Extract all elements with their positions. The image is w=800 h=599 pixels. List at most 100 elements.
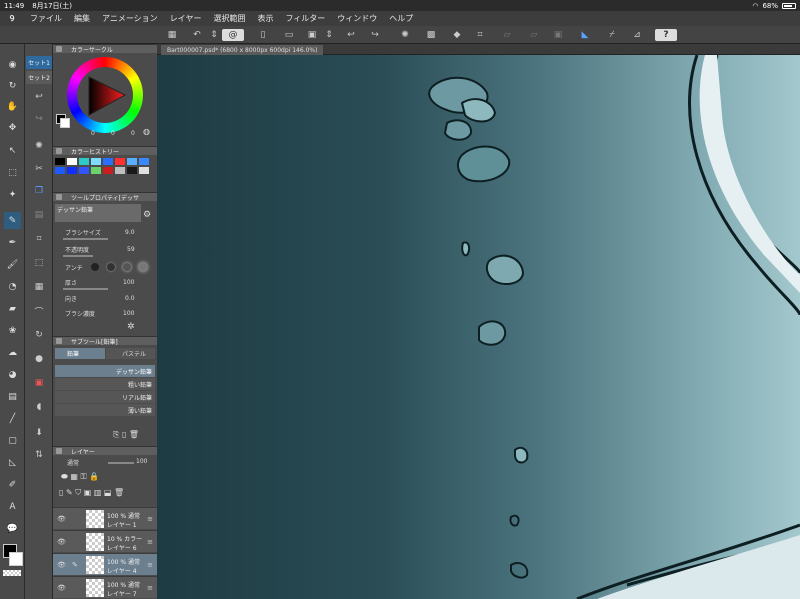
subtool-actions-icon[interactable]: ⎘ ▯ 🗑: [113, 430, 139, 440]
crop-icon[interactable]: ⌗: [473, 29, 487, 41]
visibility-eye-icon[interactable]: 👁: [57, 515, 66, 523]
zoom-tool-icon[interactable]: ◉: [4, 56, 21, 73]
layer-opacity-slider[interactable]: [108, 462, 134, 464]
history-swatch[interactable]: [79, 167, 89, 174]
blend-icon[interactable]: ☁: [4, 344, 21, 361]
stepper-icon[interactable]: ⇕: [207, 29, 221, 41]
circle-icon[interactable]: ●: [28, 352, 50, 366]
decoration-icon[interactable]: ❀: [4, 322, 21, 339]
history-swatch[interactable]: [103, 167, 113, 174]
subtool-header[interactable]: サブツール[鉛筆]: [53, 336, 157, 346]
history-swatch[interactable]: [127, 167, 137, 174]
bucket-icon[interactable]: ◖: [28, 400, 50, 414]
undo-icon[interactable]: ↩: [344, 29, 358, 41]
layout-grid-icon[interactable]: ▦: [165, 29, 179, 41]
layer-row-1[interactable]: 👁 100 % 通常 レイヤー 1 ≡: [53, 507, 157, 529]
antialias-row[interactable]: アンチ: [55, 262, 155, 272]
menu-help[interactable]: ヘルプ: [383, 13, 419, 24]
stepper-2-icon[interactable]: ⇕: [322, 29, 336, 41]
frame-icon[interactable]: ▢: [4, 432, 21, 449]
cut-icon[interactable]: ✂: [28, 162, 50, 176]
opacity-slider[interactable]: [63, 255, 93, 257]
subtool-item-4[interactable]: 薄い鉛筆: [55, 404, 155, 416]
history-swatch[interactable]: [115, 158, 125, 165]
history-swatch[interactable]: [103, 158, 113, 165]
pencil-tool-icon[interactable]: ✎: [4, 212, 21, 229]
subtool-item-2[interactable]: 粗い鉛筆: [55, 378, 155, 390]
gradient-icon[interactable]: ▤: [4, 388, 21, 405]
redo-icon[interactable]: ↪: [368, 29, 382, 41]
thickness-slider[interactable]: [63, 288, 108, 290]
subtool-tab-pencil[interactable]: 鉛筆: [55, 348, 105, 359]
pen-tool-icon[interactable]: ✒: [4, 234, 21, 251]
color-history-header[interactable]: カラーヒストリー: [53, 146, 157, 156]
density-row[interactable]: ブラシ濃度 100: [55, 308, 155, 318]
rotate-side-icon[interactable]: ↻: [28, 328, 50, 342]
loading-side-icon[interactable]: ✺: [28, 139, 50, 153]
opacity-row[interactable]: 不透明度 59: [55, 244, 155, 254]
sub-color-swatch[interactable]: [9, 552, 23, 566]
history-swatch[interactable]: [55, 167, 65, 174]
set-tab-2[interactable]: セット2: [26, 71, 52, 84]
ruler-tool-icon[interactable]: ◺: [4, 454, 21, 471]
balloon-icon[interactable]: 💬: [4, 520, 21, 537]
transform-icon[interactable]: ▩: [424, 29, 438, 41]
history-swatch[interactable]: [115, 167, 125, 174]
layer-menu-icon[interactable]: ≡: [147, 538, 153, 546]
menu-animation[interactable]: アニメーション: [96, 13, 164, 24]
layer-row-4[interactable]: 👁 100 % 通常 レイヤー 7 ≡: [53, 576, 157, 598]
history-swatch[interactable]: [127, 158, 137, 165]
selection-tool-icon[interactable]: ⬚: [4, 164, 21, 181]
snap-icon[interactable]: ⊿: [630, 29, 644, 41]
save-icon[interactable]: ▣: [305, 29, 319, 41]
eraser-icon[interactable]: ▰: [4, 300, 21, 317]
subtool-item-1[interactable]: デッサン鉛筆: [55, 365, 155, 377]
menu-edit[interactable]: 編集: [68, 13, 96, 24]
app-logo-icon[interactable]: Ꝯ: [0, 13, 24, 24]
visibility-eye-icon[interactable]: 👁: [57, 584, 66, 592]
thickness-row[interactable]: 厚さ 100: [55, 277, 155, 287]
help-icon[interactable]: ?: [655, 29, 677, 41]
color-circle-header[interactable]: カラーサークル: [53, 44, 157, 54]
subtool-tab-pastel[interactable]: パステル: [106, 348, 155, 359]
aa-strong-icon[interactable]: [139, 263, 147, 271]
new-file-icon[interactable]: ▯: [256, 29, 270, 41]
arrow-down-icon[interactable]: ⬇: [28, 426, 50, 440]
clip-studio-icon[interactable]: @: [222, 29, 244, 41]
visibility-eye-icon[interactable]: 👁: [57, 538, 66, 546]
layer-header[interactable]: レイヤー: [53, 446, 157, 456]
layer-menu-icon[interactable]: ≡: [147, 584, 153, 592]
fill-tool-icon[interactable]: ◕: [4, 366, 21, 383]
layer-row-3[interactable]: 👁 ✎ 100 % 通常 レイヤー 4 ≡: [53, 553, 157, 575]
menu-window[interactable]: ウィンドウ: [331, 13, 383, 24]
rotate-tool-icon[interactable]: ↻: [4, 77, 21, 94]
brush-preview[interactable]: デッサン鉛筆: [55, 204, 141, 222]
tool-property-header[interactable]: ツールプロパティ[デッサ: [53, 192, 157, 202]
settings-gear-icon[interactable]: ✲: [127, 322, 135, 332]
visibility-eye-icon[interactable]: 👁: [57, 561, 66, 569]
mesh-icon[interactable]: ▦: [28, 280, 50, 294]
drawing-canvas[interactable]: [157, 55, 800, 599]
copy-icon[interactable]: ❐: [28, 184, 50, 198]
layer-actions-icon[interactable]: ▯ ✎ ⛉ ▣ ▥ ⬓ 🗑: [59, 488, 124, 498]
brush-size-row[interactable]: ブラシサイズ 9.0: [55, 227, 155, 237]
correct-line-icon[interactable]: ✐: [4, 476, 21, 493]
menu-selection[interactable]: 選択範囲: [207, 13, 251, 24]
hand-tool-icon[interactable]: ✋: [4, 98, 21, 115]
direction-row[interactable]: 向き 0.0: [55, 293, 155, 303]
perspective-icon[interactable]: ⌿: [605, 29, 619, 41]
aa-none-icon[interactable]: [91, 263, 99, 271]
layer-row-2[interactable]: 👁 10 % カラー レイヤー 6 ≡: [53, 530, 157, 552]
figure-icon[interactable]: ╱: [4, 410, 21, 427]
layer-menu-icon[interactable]: ≡: [147, 515, 153, 523]
aa-medium-icon[interactable]: [123, 263, 131, 271]
subtool-item-3[interactable]: リアル鉛筆: [55, 391, 155, 403]
loading-icon[interactable]: ✺: [398, 29, 412, 41]
layer-menu-icon[interactable]: ≡: [147, 561, 153, 569]
layer-options-icon[interactable]: ⬬ ▦ ⚿ 🔒: [61, 472, 99, 482]
auto-select-icon[interactable]: ✦: [4, 186, 21, 203]
wrench-icon[interactable]: ⚙: [143, 210, 151, 220]
color-wheel[interactable]: [67, 57, 143, 133]
lasso-icon[interactable]: ⌒: [28, 304, 50, 318]
menu-view[interactable]: 表示: [251, 13, 279, 24]
